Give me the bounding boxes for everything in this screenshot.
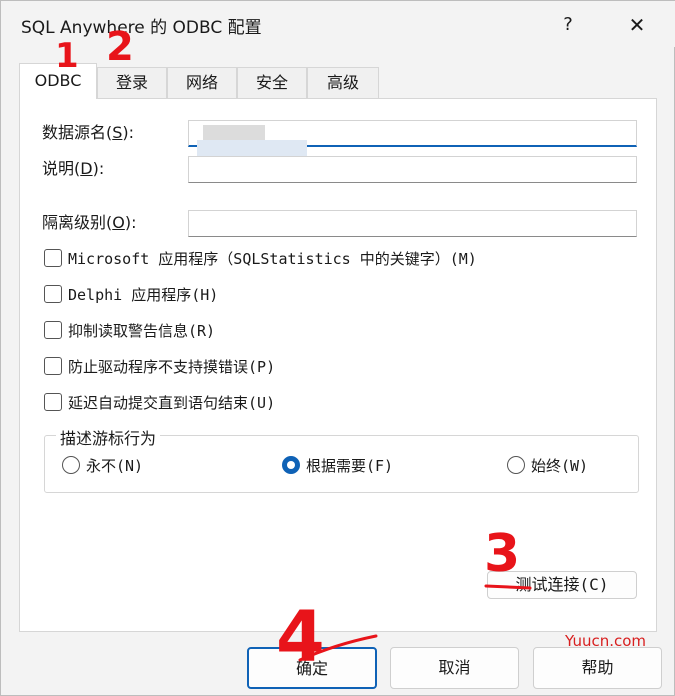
annotation-strokes xyxy=(298,584,532,662)
watermark: Yuucn.com xyxy=(565,632,647,650)
annotation-stroke xyxy=(298,634,378,662)
annotation-stroke xyxy=(484,584,532,590)
